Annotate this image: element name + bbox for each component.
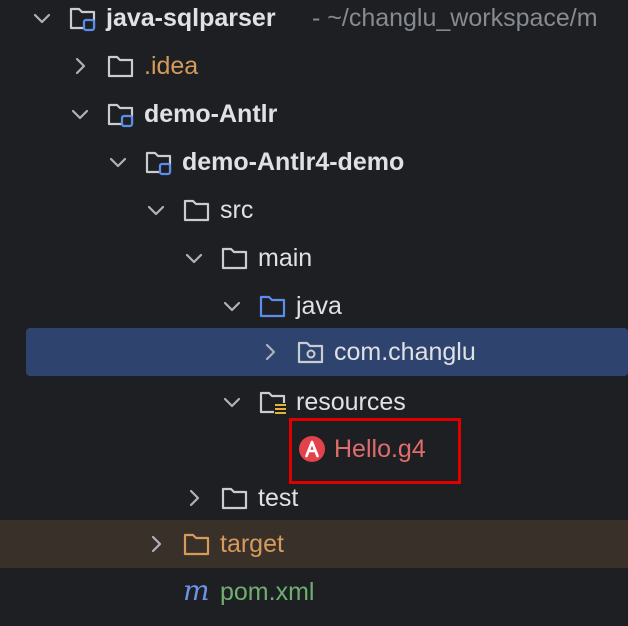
chevron-right-icon[interactable] bbox=[144, 532, 168, 556]
tree-row-com-changlu[interactable]: com.changlu bbox=[26, 328, 628, 376]
tree-row-java[interactable]: java bbox=[0, 282, 628, 330]
chevron-down-icon[interactable] bbox=[106, 150, 130, 174]
folder-icon bbox=[182, 195, 212, 225]
project-tree: java-sqlparser - ~/changlu_workspace/m .… bbox=[0, 0, 628, 626]
tree-label: com.changlu bbox=[334, 338, 476, 366]
tree-row-idea[interactable]: .idea bbox=[0, 42, 628, 90]
tree-label: java bbox=[296, 292, 342, 320]
tree-row-main[interactable]: main bbox=[0, 234, 628, 282]
chevron-down-icon[interactable] bbox=[144, 198, 168, 222]
folder-icon bbox=[220, 483, 250, 513]
tree-row-target[interactable]: target bbox=[0, 520, 628, 568]
folder-icon bbox=[106, 51, 136, 81]
tree-row-java-sqlparser[interactable]: java-sqlparser - ~/changlu_workspace/m bbox=[0, 0, 628, 48]
tree-row-demo-antlr4-demo[interactable]: demo-Antlr4-demo bbox=[0, 138, 628, 186]
project-path-text: - ~/changlu_workspace/m bbox=[312, 4, 598, 32]
chevron-down-icon[interactable] bbox=[68, 102, 92, 126]
chevron-right-icon[interactable] bbox=[182, 486, 206, 510]
tree-label: resources bbox=[296, 388, 406, 416]
chevron-right-icon[interactable] bbox=[258, 340, 282, 364]
tree-label: demo-Antlr bbox=[144, 100, 278, 128]
tree-label: demo-Antlr4-demo bbox=[182, 148, 405, 176]
tree-label: test bbox=[258, 484, 299, 512]
tree-label: java-sqlparser bbox=[106, 4, 276, 32]
package-icon bbox=[296, 337, 326, 367]
tree-row-src[interactable]: src bbox=[0, 186, 628, 234]
chevron-down-icon[interactable] bbox=[220, 294, 244, 318]
folder-icon bbox=[220, 243, 250, 273]
tree-label: pom.xml bbox=[220, 578, 315, 606]
excluded-folder-icon bbox=[182, 529, 212, 559]
highlight-annotation-box bbox=[289, 418, 461, 484]
tree-row-pom-xml[interactable]: m pom.xml bbox=[0, 568, 628, 616]
chevron-down-icon[interactable] bbox=[220, 390, 244, 414]
module-folder-icon bbox=[106, 99, 136, 129]
module-folder-icon bbox=[144, 147, 174, 177]
chevron-down-icon[interactable] bbox=[182, 246, 206, 270]
source-folder-icon bbox=[258, 291, 288, 321]
tree-label: main bbox=[258, 244, 313, 272]
svg-text:m: m bbox=[183, 576, 210, 606]
chevron-right-icon[interactable] bbox=[68, 54, 92, 78]
tree-label: .idea bbox=[144, 52, 199, 80]
chevron-down-icon[interactable] bbox=[30, 6, 54, 30]
module-folder-icon bbox=[68, 3, 98, 33]
tree-label: target bbox=[220, 530, 284, 558]
resources-folder-icon bbox=[258, 387, 288, 417]
tree-label: src bbox=[220, 196, 254, 224]
maven-icon: m bbox=[182, 576, 212, 606]
tree-row-demo-antlr[interactable]: demo-Antlr bbox=[0, 90, 628, 138]
